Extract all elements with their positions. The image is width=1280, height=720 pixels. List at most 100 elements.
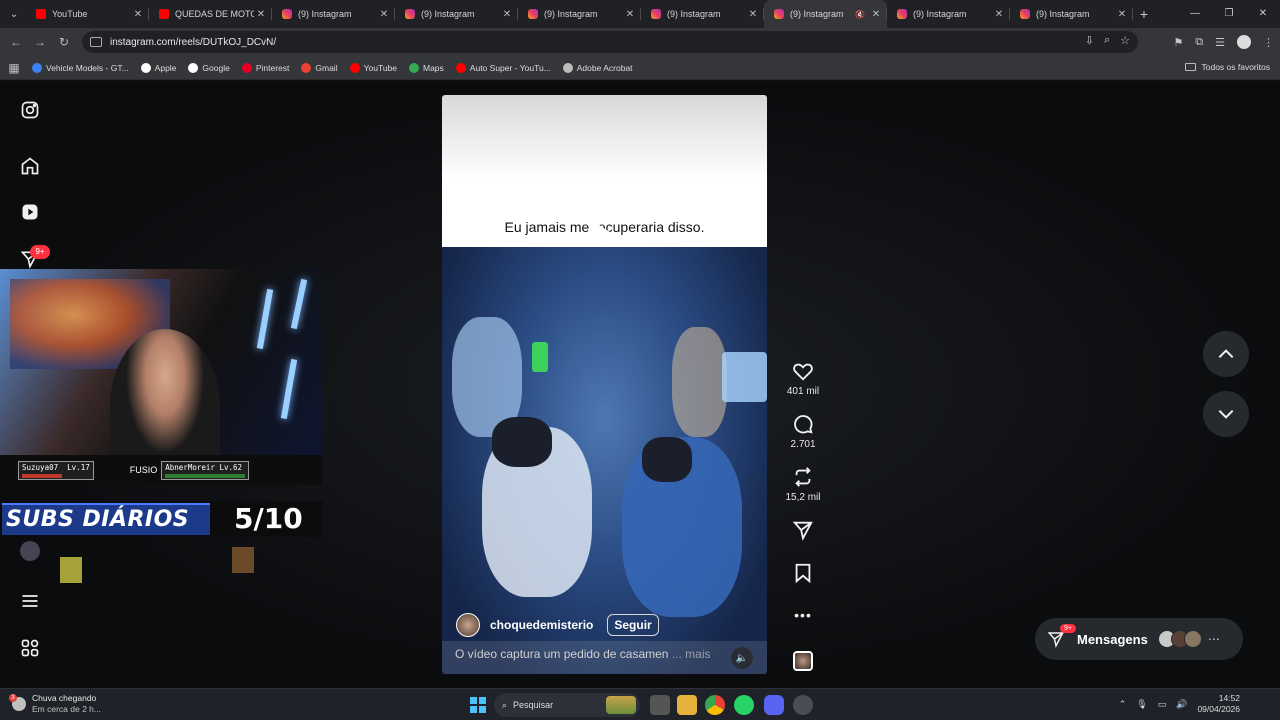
reel-player[interactable]: Eu jamais me recuperaria disso. choquede… [442, 95, 767, 674]
previous-reel-button[interactable] [1203, 331, 1249, 377]
reels-icon[interactable] [20, 202, 40, 222]
close-tab-icon[interactable]: ✕ [1115, 9, 1129, 20]
bookmark-item[interactable]: Vehicle Models - GT... [32, 62, 129, 73]
instagram-logo-icon[interactable] [20, 100, 40, 120]
close-tab-icon[interactable]: ✕ [377, 9, 391, 20]
more-link[interactable]: ... mais [672, 647, 711, 661]
author-avatar[interactable] [456, 613, 480, 637]
tab-title: (9) Instagram [421, 9, 475, 19]
volume-icon[interactable]: 🔊 [1176, 699, 1187, 710]
next-reel-button[interactable] [1203, 391, 1249, 437]
browser-tab[interactable]: QUEDAS DE MOTO (E✕ [149, 0, 272, 28]
author-username[interactable]: choquedemisterio [490, 618, 593, 632]
chrome-icon[interactable] [705, 695, 725, 715]
extension-icon[interactable]: ⚑ [1173, 36, 1183, 49]
install-app-icon[interactable]: ⇩ [1085, 34, 1094, 47]
restore-icon[interactable]: ❐ [1212, 0, 1246, 28]
weather-badge: 3 [9, 694, 17, 702]
mute-toggle-icon[interactable]: 🔈 [731, 647, 753, 669]
site-info-icon[interactable] [90, 37, 102, 47]
bookmark-item[interactable]: Apple [140, 62, 176, 73]
bookmark-favicon-icon [32, 62, 42, 73]
close-tab-icon[interactable]: ✕ [992, 9, 1006, 20]
player1-card: Suzuya07 Lv.17 [18, 460, 94, 480]
reading-list-icon[interactable]: ☰ [1215, 36, 1225, 49]
youtube-favicon-icon [159, 9, 169, 19]
new-tab-button[interactable]: + [1133, 6, 1155, 22]
follow-button[interactable]: Seguir [607, 614, 659, 636]
close-window-icon[interactable]: ✕ [1246, 0, 1280, 28]
share-button[interactable] [783, 519, 823, 541]
app-icon[interactable] [793, 695, 813, 715]
audio-thumbnail[interactable] [793, 651, 813, 671]
more-options-icon[interactable]: ••• [783, 607, 823, 623]
messages-button[interactable]: 9+ Mensagens ⋯ [1035, 618, 1243, 660]
close-tab-icon[interactable]: ✕ [500, 9, 514, 20]
url-text: instagram.com/reels/DUTkOJ_DCvN/ [110, 36, 277, 48]
window-controls: — ❐ ✕ [1178, 0, 1280, 28]
repost-button[interactable]: 15,2 mil [783, 466, 823, 503]
zoom-icon[interactable]: ⌕ [1104, 34, 1110, 47]
close-tab-icon[interactable]: ✕ [131, 9, 145, 20]
clock[interactable]: 14:52 09/04/2026 [1197, 693, 1240, 715]
browser-tab[interactable]: (9) Instagram ✕ [641, 0, 764, 28]
microphone-icon[interactable]: 🎙 [1136, 699, 1147, 710]
browser-tab[interactable]: (9) Instagram ✕ [518, 0, 641, 28]
browser-tab[interactable]: (9) Instagram ✕ [887, 0, 1010, 28]
messages-more-icon[interactable]: ⋯ [1208, 632, 1220, 646]
address-bar[interactable]: instagram.com/reels/DUTkOJ_DCvN/ ⇩ ⌕ ☆ [82, 31, 1138, 53]
bookmark-item[interactable]: Google [188, 62, 230, 73]
tray-chevron-up-icon[interactable]: ⌃ [1119, 699, 1127, 710]
close-tab-icon[interactable]: ✕ [623, 9, 637, 20]
play-icon[interactable] [594, 222, 610, 242]
bookmark-item[interactable]: Pinterest [241, 62, 289, 73]
instagram-page: 9+ Suzuya07 Lv.17 FUSIO AbnerMoreir Lv.6… [0, 81, 1280, 688]
back-icon[interactable]: ← [4, 35, 28, 49]
bookmark-star-icon[interactable]: ☆ [1120, 34, 1130, 47]
bookmark-favicon-icon [241, 62, 252, 73]
bookmark-item[interactable]: YouTube [349, 62, 397, 73]
reel-video[interactable] [442, 247, 767, 674]
browser-tab[interactable]: (9) Instagram ✕ [1010, 0, 1133, 28]
home-icon[interactable] [20, 156, 40, 176]
bookmark-label: Gmail [315, 62, 338, 73]
file-explorer-icon[interactable] [677, 695, 697, 715]
windows-start-icon[interactable] [470, 697, 486, 713]
task-view-icon[interactable] [650, 695, 670, 715]
whatsapp-icon[interactable] [734, 695, 754, 715]
bookmark-item[interactable]: Adobe Acrobat [562, 62, 633, 73]
instagram-favicon-icon [528, 9, 538, 19]
taskbar-search[interactable]: ⌕ Pesquisar [494, 693, 640, 717]
apps-grid-icon[interactable]: ▦ [2, 61, 26, 75]
tab-search-chevron-icon[interactable]: ⌄ [2, 3, 26, 25]
comment-button[interactable]: 2.701 [783, 413, 823, 450]
subs-count: 5/10 [234, 502, 303, 535]
menu-kebab-icon[interactable]: ⋮ [1263, 36, 1274, 49]
search-icon: ⌕ [502, 699, 508, 710]
tab-muted-icon[interactable]: 🔇 [855, 10, 865, 19]
profile-avatar[interactable] [1237, 35, 1251, 49]
forward-icon[interactable]: → [28, 35, 52, 49]
close-tab-icon[interactable]: ✕ [746, 9, 760, 20]
like-button[interactable]: 401 mil [783, 360, 823, 397]
bookmark-item[interactable]: Auto Super - YouTu... [455, 62, 551, 73]
close-tab-icon[interactable]: ✕ [869, 9, 883, 20]
reload-icon[interactable]: ↻ [52, 35, 76, 49]
browser-tab[interactable]: (9) Instagram ✕ [395, 0, 518, 28]
browser-tab[interactable]: (9) Instagram 🔇 ✕ [764, 0, 887, 28]
reel-description[interactable]: O vídeo captura um pedido de casamen ...… [442, 641, 767, 674]
all-favorites-folder[interactable]: Todos os favoritos [1185, 62, 1270, 72]
browser-tab[interactable]: YouTube ✕ [26, 0, 149, 28]
tab-title: YouTube [52, 9, 88, 19]
also-from-meta-icon[interactable] [20, 638, 40, 658]
network-icon[interactable]: ▭ [1158, 699, 1167, 710]
discord-icon[interactable] [764, 695, 784, 715]
puzzle-icon[interactable]: ⧉ [1195, 36, 1203, 49]
bookmark-item[interactable]: Gmail [301, 62, 338, 73]
close-tab-icon[interactable]: ✕ [254, 9, 268, 20]
minimize-icon[interactable]: — [1178, 0, 1212, 28]
bookmark-item[interactable]: Maps [409, 62, 444, 73]
save-button[interactable] [783, 562, 823, 584]
weather-widget[interactable]: 3 Chuva chegando Em cerca de 2 h... [9, 693, 101, 715]
browser-tab[interactable]: (9) Instagram ✕ [272, 0, 395, 28]
